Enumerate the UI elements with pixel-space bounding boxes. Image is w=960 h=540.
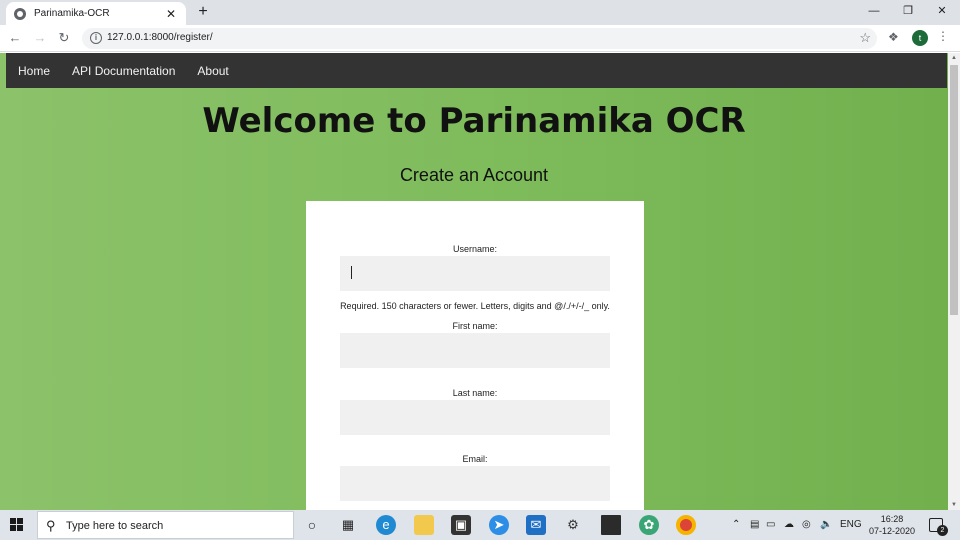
email-label: Email:: [462, 454, 488, 464]
app-icon[interactable]: ➤: [489, 515, 509, 535]
onedrive-cloud-icon[interactable]: ☁: [784, 519, 794, 530]
chrome-icon[interactable]: [676, 515, 696, 535]
scrollbar-thumb[interactable]: [950, 65, 958, 315]
last-name-field[interactable]: [340, 400, 610, 435]
volume-muted-icon[interactable]: 🔈: [820, 519, 832, 530]
edge-icon[interactable]: e: [376, 515, 396, 535]
browser-tab[interactable]: Parinamika-OCR ✕: [6, 2, 186, 25]
bookmark-star-icon[interactable]: ☆: [859, 30, 871, 46]
menu-kebab-icon[interactable]: ⋮: [937, 29, 949, 43]
page-viewport: Home API Documentation About Welcome to …: [0, 53, 948, 510]
clock-time: 16:28: [880, 514, 904, 524]
first-name-label: First name:: [452, 321, 498, 331]
extensions-puzzle-icon[interactable]: ❖: [888, 30, 902, 44]
file-explorer-icon[interactable]: [414, 515, 434, 535]
globe-icon: [14, 7, 26, 20]
language-indicator[interactable]: ENG: [840, 519, 862, 530]
scroll-down-icon[interactable]: ▼: [951, 502, 957, 508]
new-tab-button[interactable]: +: [194, 3, 212, 21]
browser-toolbar: ← → ↻ i 127.0.0.1:8000/register/ ☆ ❖ t ⋮: [0, 25, 960, 52]
tray-chevron-icon[interactable]: ⌃: [732, 519, 740, 530]
email-field[interactable]: [340, 466, 610, 501]
browser-tab-strip: Parinamika-OCR ✕ + — ❐ ✕: [0, 0, 960, 25]
forward-arrow-icon[interactable]: →: [31, 29, 49, 47]
nav-about-link[interactable]: About: [197, 64, 228, 78]
reload-icon[interactable]: ↻: [55, 29, 73, 47]
last-name-label: Last name:: [452, 388, 498, 398]
address-bar[interactable]: i 127.0.0.1:8000/register/ ☆: [82, 28, 877, 49]
cortana-icon[interactable]: ○: [302, 515, 322, 535]
notification-center-icon[interactable]: 2: [929, 518, 948, 536]
terminal-icon[interactable]: [601, 515, 621, 535]
username-field[interactable]: [340, 256, 610, 291]
page-title: Welcome to Parinamika OCR: [202, 101, 746, 141]
notification-count-badge: 2: [937, 525, 948, 536]
network-globe-icon[interactable]: ◎: [802, 519, 811, 530]
page-subtitle: Create an Account: [399, 165, 549, 185]
register-form-card: Username: Required. 150 characters or fe…: [306, 201, 644, 510]
minimize-button[interactable]: —: [857, 0, 891, 25]
nav-home-link[interactable]: Home: [18, 64, 50, 78]
tab-title: Parinamika-OCR: [34, 8, 110, 19]
settings-gear-icon[interactable]: ⚙: [563, 515, 583, 535]
username-help-text: Required. 150 characters or fewer. Lette…: [340, 301, 610, 311]
back-arrow-icon[interactable]: ←: [6, 29, 24, 47]
nav-api-docs-link[interactable]: API Documentation: [72, 64, 175, 78]
window-close-button[interactable]: ✕: [925, 0, 959, 25]
mail-icon[interactable]: ✉: [526, 515, 546, 535]
taskbar-search-placeholder: Type here to search: [66, 520, 164, 532]
first-name-field[interactable]: [340, 333, 610, 368]
clock-date: 07-12-2020: [868, 526, 916, 536]
taskbar-clock[interactable]: 16:28 07-12-2020: [862, 513, 922, 537]
store-icon[interactable]: ▣: [451, 515, 471, 535]
task-view-icon[interactable]: ▦: [338, 515, 358, 535]
battery-icon[interactable]: ▭: [766, 519, 775, 530]
info-icon[interactable]: i: [90, 32, 102, 44]
page-scrollbar[interactable]: ▲ ▼: [948, 53, 960, 510]
search-icon: ⚲: [46, 518, 56, 533]
url-text[interactable]: 127.0.0.1:8000/register/: [107, 32, 213, 43]
chat-app-icon[interactable]: ✿: [639, 515, 659, 535]
text-caret: [351, 266, 352, 279]
windows-start-icon[interactable]: [10, 518, 24, 532]
username-label: Username:: [452, 244, 497, 254]
site-navbar: Home API Documentation About: [6, 53, 947, 88]
tab-close-icon[interactable]: ✕: [164, 7, 178, 21]
restore-button[interactable]: ❐: [891, 0, 925, 25]
tray-device-icon[interactable]: ▤: [750, 519, 759, 530]
profile-avatar[interactable]: t: [912, 30, 928, 46]
scroll-up-icon[interactable]: ▲: [951, 55, 957, 61]
windows-taskbar: ⚲ Type here to search ○ ▦ e ▣ ➤ ✉ ⚙ ✿ ⌃ …: [0, 510, 960, 540]
taskbar-search-box[interactable]: ⚲ Type here to search: [37, 511, 294, 539]
